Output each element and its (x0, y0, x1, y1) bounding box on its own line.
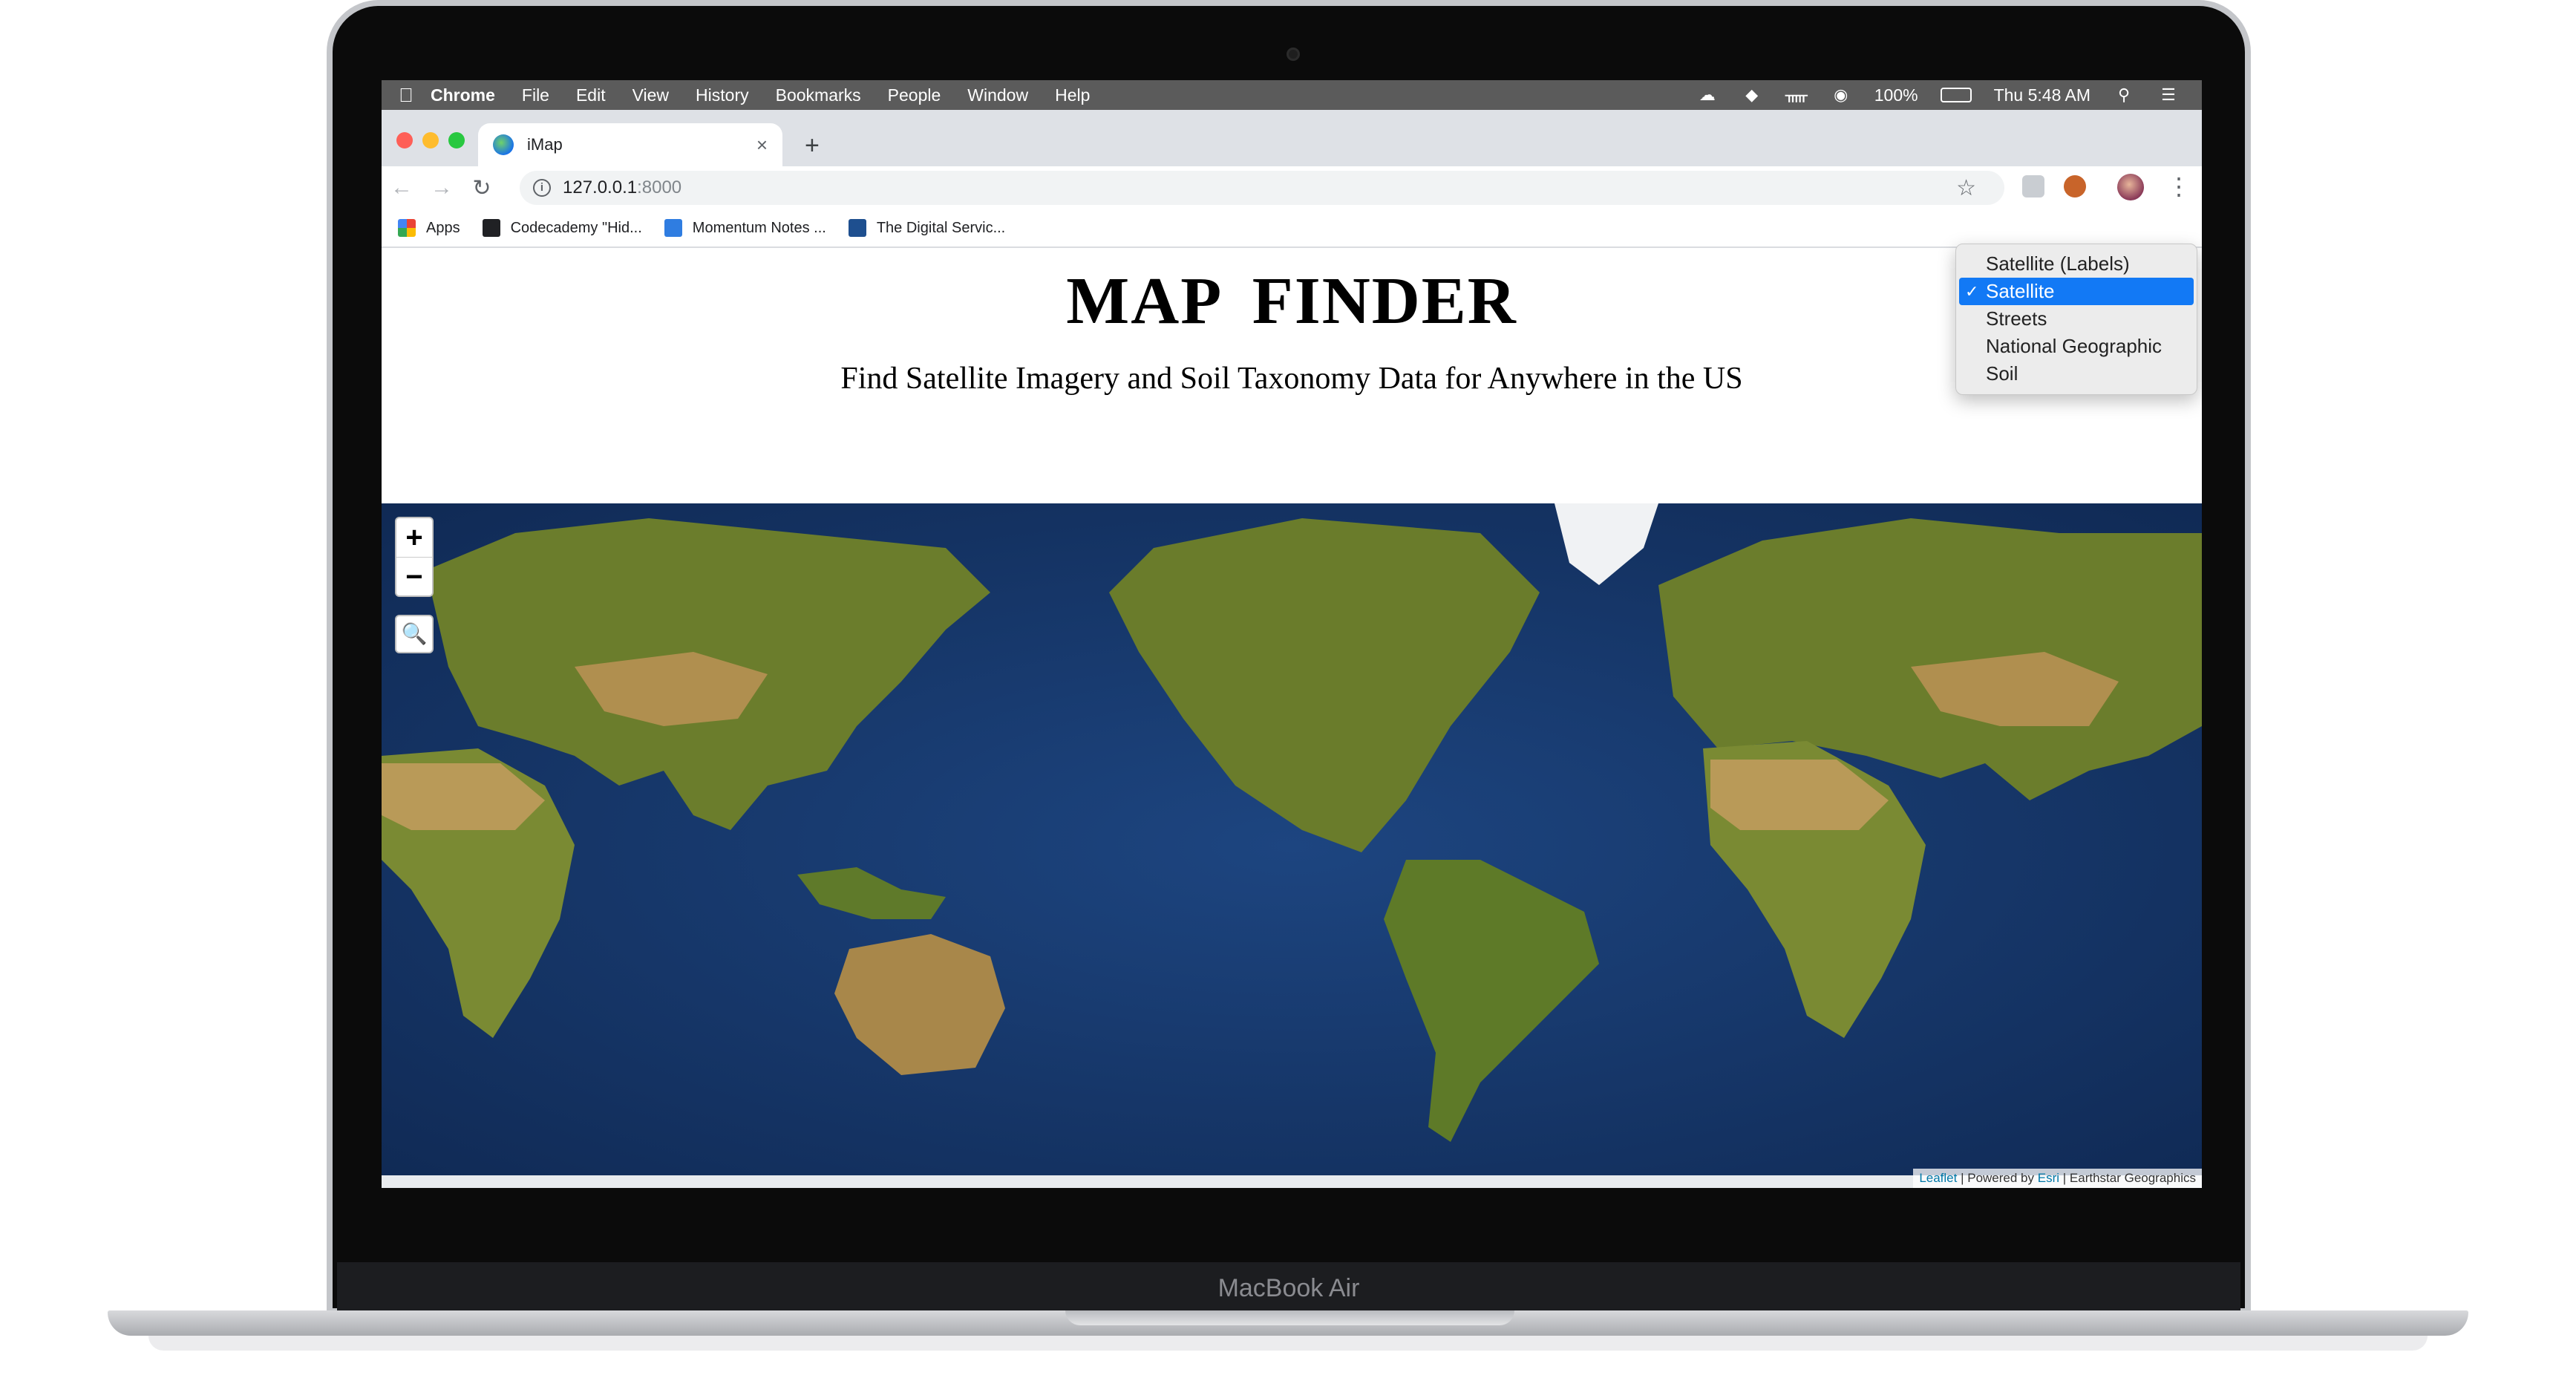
basemap-dropdown[interactable]: Satellite (Labels) ✓ Satellite Streets Na… (1955, 244, 2197, 395)
world-imagery (382, 503, 2202, 1188)
apple-icon[interactable]:  (382, 84, 431, 107)
map-search-icon[interactable]: 🔍 (395, 615, 434, 653)
laptop-shadow (148, 1336, 2428, 1351)
creative-cloud-icon[interactable]: ☁ (1696, 87, 1719, 103)
esri-link[interactable]: Esri (2038, 1171, 2059, 1185)
more-menu-icon[interactable]: ⋮ (2167, 172, 2191, 200)
browser-tab[interactable]: iMap × (478, 123, 782, 166)
satellite-map[interactable]: + − 🔍 Leaflet | Powered by Esri | Earths… (382, 503, 2202, 1188)
option-label: Streets (1986, 307, 2047, 330)
screen:  Chrome File Edit View History Bookmark… (382, 80, 2202, 1188)
option-label: Soil (1986, 362, 2018, 385)
basemap-option-streets[interactable]: Streets (1959, 305, 2194, 333)
spotlight-icon[interactable]: ⚲ (2113, 87, 2135, 103)
map-attribution: Leaflet | Powered by Esri | Earthstar Ge… (1913, 1169, 2202, 1188)
zoom-out-button[interactable]: − (396, 557, 432, 595)
bluetooth-icon[interactable]: ᚅ (1785, 87, 1808, 103)
bookmark-label: Codecademy "Hid... (510, 219, 642, 236)
url-host: 127.0.0.1 (563, 177, 638, 197)
extension-shield-icon[interactable] (2064, 175, 2086, 197)
menu-file[interactable]: File (522, 85, 549, 105)
imagery-source-text: | Earthstar Geographics (2062, 1171, 2196, 1185)
laptop-notch (1065, 1310, 1514, 1325)
apps-grid-icon (398, 219, 416, 237)
basemap-option-national-geographic[interactable]: National Geographic (1959, 333, 2194, 360)
menu-window[interactable]: Window (967, 85, 1028, 105)
window-close-button[interactable] (396, 132, 413, 148)
codecademy-icon (482, 219, 500, 237)
battery-icon[interactable] (1940, 88, 1972, 102)
menu-bookmarks[interactable]: Bookmarks (776, 85, 861, 105)
back-arrow-icon[interactable]: ← (382, 175, 422, 200)
browser-tabstrip: iMap × + (382, 110, 2202, 166)
check-icon: ✓ (1965, 282, 1979, 301)
forward-arrow-icon[interactable]: → (422, 175, 462, 200)
menu-help[interactable]: Help (1055, 85, 1090, 105)
bookmark-label: Apps (426, 219, 460, 236)
basemap-option-soil[interactable]: Soil (1959, 360, 2194, 388)
browser-toolbar: ← → ↻ i 127.0.0.1:8000 ☆ ⋮ (382, 166, 2202, 209)
window-fullscreen-button[interactable] (448, 132, 465, 148)
option-label: National Geographic (1986, 335, 2163, 357)
device-label: MacBook Air (1217, 1274, 1360, 1302)
notification-center-icon[interactable]: ☰ (2157, 87, 2180, 103)
menu-view[interactable]: View (632, 85, 669, 105)
reload-icon[interactable]: ↻ (462, 175, 502, 201)
url-port: :8000 (637, 177, 682, 197)
page-subtitle: Find Satellite Imagery and Soil Taxonomy… (840, 362, 1743, 396)
window-minimize-button[interactable] (422, 132, 439, 148)
bookmark-codecademy[interactable]: Codecademy "Hid... (482, 219, 642, 237)
bookmark-label: The Digital Servic... (876, 219, 1006, 236)
wifi-icon[interactable]: ◉ (1830, 87, 1852, 103)
extension-icon[interactable] (2022, 175, 2044, 197)
bookmark-digital-service[interactable]: The Digital Servic... (848, 219, 1006, 237)
menubar-status-area: ☁ ◆ ᚅ ◉ 100% Thu 5:48 AM ⚲ ☰ (1696, 80, 2180, 110)
powered-by-text: | Powered by (1961, 1171, 2035, 1185)
menubar-clock[interactable]: Thu 5:48 AM (1994, 85, 2090, 105)
mac-menubar:  Chrome File Edit View History Bookmark… (382, 80, 2202, 110)
document-icon (664, 219, 682, 237)
leaflet-link[interactable]: Leaflet (1919, 1171, 1957, 1185)
basemap-option-satellite[interactable]: ✓ Satellite (1959, 278, 2194, 305)
dropbox-icon[interactable]: ◆ (1741, 87, 1763, 103)
bookmark-momentum[interactable]: Momentum Notes ... (664, 219, 826, 237)
basemap-option-satellite-labels[interactable]: Satellite (Labels) (1959, 250, 2194, 278)
checkbox-icon (848, 219, 866, 237)
menu-history[interactable]: History (696, 85, 749, 105)
option-label: Satellite (Labels) (1986, 252, 2130, 275)
menu-people[interactable]: People (888, 85, 941, 105)
site-info-icon[interactable]: i (533, 179, 551, 197)
page-title: MAP FINDER (1066, 264, 1517, 338)
menu-edit[interactable]: Edit (576, 85, 606, 105)
option-label: Satellite (1986, 280, 2055, 302)
zoom-in-button[interactable]: + (396, 518, 432, 557)
profile-avatar[interactable] (2117, 174, 2144, 200)
address-bar[interactable]: i 127.0.0.1:8000 ☆ (520, 171, 2004, 205)
battery-percent[interactable]: 100% (1874, 85, 1918, 105)
close-tab-icon[interactable]: × (756, 134, 768, 157)
page-content: MAP FINDER Find Satellite Imagery and So… (382, 244, 2202, 1188)
zoom-control: + − (395, 517, 434, 597)
bookmarks-bar: Apps Codecademy "Hid... Momentum Notes .… (382, 209, 2202, 248)
camera (1287, 48, 1300, 61)
bookmark-star-icon[interactable]: ☆ (1956, 175, 1976, 201)
tab-title: iMap (527, 135, 563, 154)
bookmark-apps[interactable]: Apps (398, 219, 460, 237)
menu-chrome[interactable]: Chrome (431, 85, 495, 105)
new-tab-button[interactable]: + (805, 131, 820, 160)
globe-favicon-icon (493, 134, 514, 155)
bookmark-label: Momentum Notes ... (692, 219, 826, 236)
